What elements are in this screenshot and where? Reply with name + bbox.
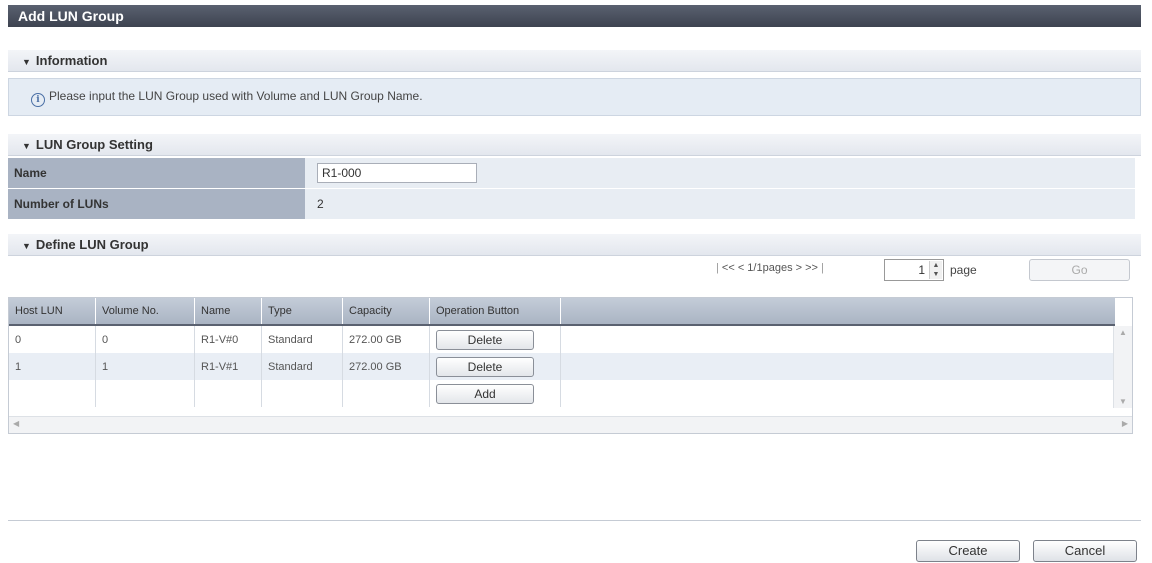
cancel-button[interactable]: Cancel — [1033, 540, 1137, 562]
name-label: Name — [8, 158, 305, 189]
type-cell: Standard — [261, 325, 343, 353]
lun-group-setting-form: Name Number of LUNs 2 — [8, 158, 1135, 220]
add-button[interactable]: Add — [436, 383, 534, 404]
operation-cell: Delete — [429, 353, 561, 380]
define-lun-group-header-label: Define LUN Group — [35, 237, 149, 252]
scroll-down-icon[interactable]: ▼ — [1119, 397, 1127, 406]
go-button[interactable]: Go — [1029, 259, 1130, 281]
capacity-cell: 272.00 GB — [342, 325, 430, 353]
name-input[interactable] — [317, 163, 477, 183]
operation-cell: Add — [429, 380, 561, 407]
page-number-value: 1 — [918, 263, 925, 277]
table-header-row: Host LUN Volume No. Name Type Capacity O… — [9, 298, 1115, 326]
lun-group-setting-header-label: LUN Group Setting — [35, 137, 153, 152]
information-section-header[interactable]: ▼ Information — [8, 50, 1141, 72]
column-header-type[interactable]: Type — [261, 298, 343, 326]
volume-name-cell: R1-V#1 — [194, 353, 262, 380]
collapse-triangle-icon[interactable]: ▼ — [22, 141, 31, 151]
operation-cell: Delete — [429, 325, 561, 353]
number-of-luns-value: 2 — [305, 188, 1135, 220]
window-title: Add LUN Group — [8, 5, 1141, 27]
host-lun-cell: 1 — [9, 353, 96, 380]
page-label: page — [950, 263, 977, 277]
information-message-text: Please input the LUN Group used with Vol… — [49, 89, 423, 103]
lun-group-setting-header[interactable]: ▼ LUN Group Setting — [8, 134, 1141, 156]
column-header-host-lun[interactable]: Host LUN — [9, 298, 96, 326]
information-message: i Please input the LUN Group used with Vo… — [31, 89, 423, 107]
spinner-arrows-icon[interactable]: ▲ ▼ — [929, 261, 942, 279]
information-box: i Please input the LUN Group used with Vo… — [8, 78, 1141, 116]
name-value-cell — [305, 158, 1135, 189]
collapse-triangle-icon[interactable]: ▼ — [22, 241, 31, 251]
vertical-scrollbar[interactable]: ▲ ▼ — [1113, 326, 1132, 408]
capacity-cell: 272.00 GB — [342, 353, 430, 380]
column-header-operation-button[interactable]: Operation Button — [429, 298, 561, 326]
table-row-add: Add — [9, 380, 1115, 407]
delete-button[interactable]: Delete — [436, 356, 534, 377]
pagination: | << < 1/1pages > >> | — [716, 262, 824, 274]
host-lun-cell: 0 — [9, 325, 96, 353]
info-icon: i — [31, 93, 45, 107]
scroll-right-icon[interactable]: ▶ — [1122, 419, 1128, 428]
create-button[interactable]: Create — [916, 540, 1020, 562]
type-cell: Standard — [261, 353, 343, 380]
number-of-luns-label: Number of LUNs — [8, 188, 305, 220]
volume-name-cell: R1-V#0 — [194, 325, 262, 353]
collapse-triangle-icon[interactable]: ▼ — [22, 57, 31, 67]
scroll-up-icon[interactable]: ▲ — [1119, 328, 1127, 337]
page-number-input[interactable]: 1 ▲ ▼ — [884, 259, 944, 281]
footer-divider — [8, 520, 1141, 521]
information-header-label: Information — [35, 53, 108, 68]
column-header-volume-no[interactable]: Volume No. — [95, 298, 195, 326]
lun-table: Host LUN Volume No. Name Type Capacity O… — [8, 297, 1133, 434]
column-header-name[interactable]: Name — [194, 298, 262, 326]
pagination-links[interactable]: << < 1/1pages > >> — [722, 262, 818, 274]
volume-no-cell: 0 — [95, 325, 195, 353]
column-header-capacity[interactable]: Capacity — [342, 298, 430, 326]
horizontal-scrollbar[interactable]: ◀ ▶ — [9, 416, 1132, 433]
delete-button[interactable]: Delete — [436, 329, 534, 350]
volume-no-cell: 1 — [95, 353, 195, 380]
table-row[interactable]: 0 0 R1-V#0 Standard 272.00 GB Delete — [9, 325, 1115, 353]
scroll-left-icon[interactable]: ◀ — [13, 419, 19, 428]
define-lun-group-header[interactable]: ▼ Define LUN Group — [8, 234, 1141, 256]
table-row[interactable]: 1 1 R1-V#1 Standard 272.00 GB Delete — [9, 353, 1115, 380]
